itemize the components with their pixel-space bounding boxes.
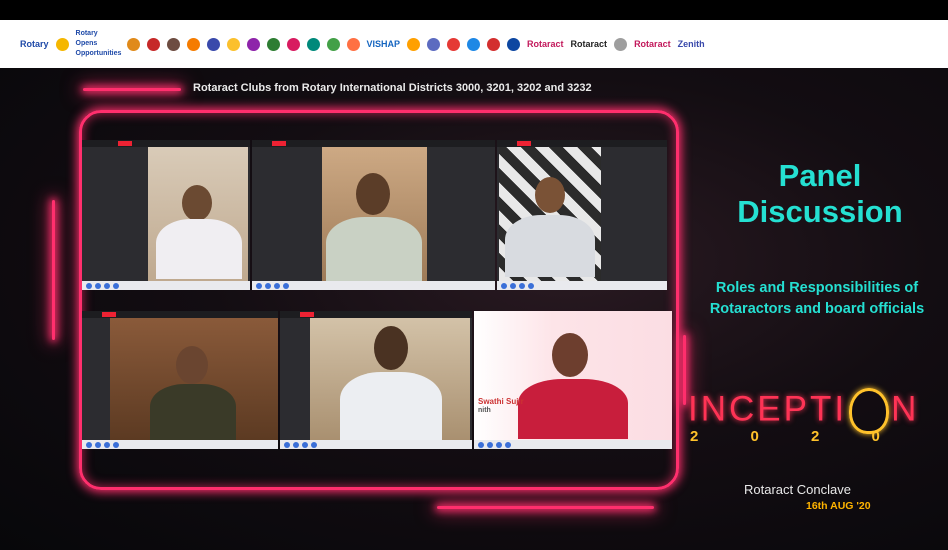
vishap-logo: VISHAP xyxy=(366,39,401,49)
club-emblem-icon xyxy=(346,37,360,51)
video-feed xyxy=(322,147,427,281)
club-emblem-icon xyxy=(226,37,240,51)
video-feed: Swathi Sujir nith xyxy=(474,311,672,440)
club-emblem-icon xyxy=(326,37,340,51)
club-emblem-icon xyxy=(126,37,140,51)
video-feed xyxy=(499,147,601,281)
sponsor-logo-strip: Rotary Rotary Opens Opportunities VISHAP… xyxy=(0,20,948,68)
club-emblem-icon xyxy=(614,37,628,51)
video-tile-3 xyxy=(497,140,667,290)
event-date: 16th AUG '20 xyxy=(806,500,871,512)
participant-org: nith xyxy=(478,407,491,414)
conclave-label: Rotaract Conclave xyxy=(744,482,851,497)
video-tile-2 xyxy=(252,140,495,290)
neon-line-right xyxy=(683,335,686,405)
rotary-opens-logo: Rotary Opens Opportunities xyxy=(75,30,122,57)
districts-banner: Rotaract Clubs from Rotary International… xyxy=(193,82,592,94)
club-emblem-icon xyxy=(507,37,521,51)
neon-line-top xyxy=(83,88,181,91)
event-year: 2 0 2 0 xyxy=(690,428,904,445)
zenith-logo: Zenith xyxy=(677,39,705,49)
participant-name: Swathi Sujir xyxy=(478,397,524,406)
top-black-bar xyxy=(0,0,948,20)
club-emblem-icon xyxy=(487,37,501,51)
panel-subtitle: Roles and Responsibilities of Rotaractor… xyxy=(709,280,925,317)
club-emblem-icon xyxy=(306,37,320,51)
video-tile-1 xyxy=(82,140,250,290)
panel-title: Panel Discussion xyxy=(737,158,903,229)
rotaract-logo: Rotaract xyxy=(527,39,564,49)
club-emblem-icon xyxy=(447,37,461,51)
video-tile-6: Swathi Sujir nith xyxy=(474,311,672,449)
club-emblem-icon xyxy=(407,37,421,51)
club-emblem-icon xyxy=(246,37,260,51)
club-emblem-icon xyxy=(166,37,180,51)
video-feed xyxy=(310,318,470,440)
club-emblem-icon xyxy=(467,37,481,51)
video-tile-4 xyxy=(82,311,278,449)
club-emblem-icon xyxy=(146,37,160,51)
club-emblem-icon xyxy=(286,37,300,51)
club-emblem-icon xyxy=(427,37,441,51)
club-emblem-icon xyxy=(266,37,280,51)
club-emblem-icon xyxy=(206,37,220,51)
rotaract-logo: Rotaract xyxy=(570,39,608,49)
video-tile-5 xyxy=(280,311,472,449)
video-feed xyxy=(110,318,278,440)
rotary-logo: Rotary xyxy=(20,39,49,49)
neon-line-bottom xyxy=(437,506,654,509)
rotary-wheel-icon xyxy=(55,37,69,51)
rotaract-logo: Rotaract xyxy=(634,39,671,49)
neon-line-left xyxy=(52,200,55,340)
video-feed xyxy=(148,147,248,281)
club-emblem-icon xyxy=(186,37,200,51)
